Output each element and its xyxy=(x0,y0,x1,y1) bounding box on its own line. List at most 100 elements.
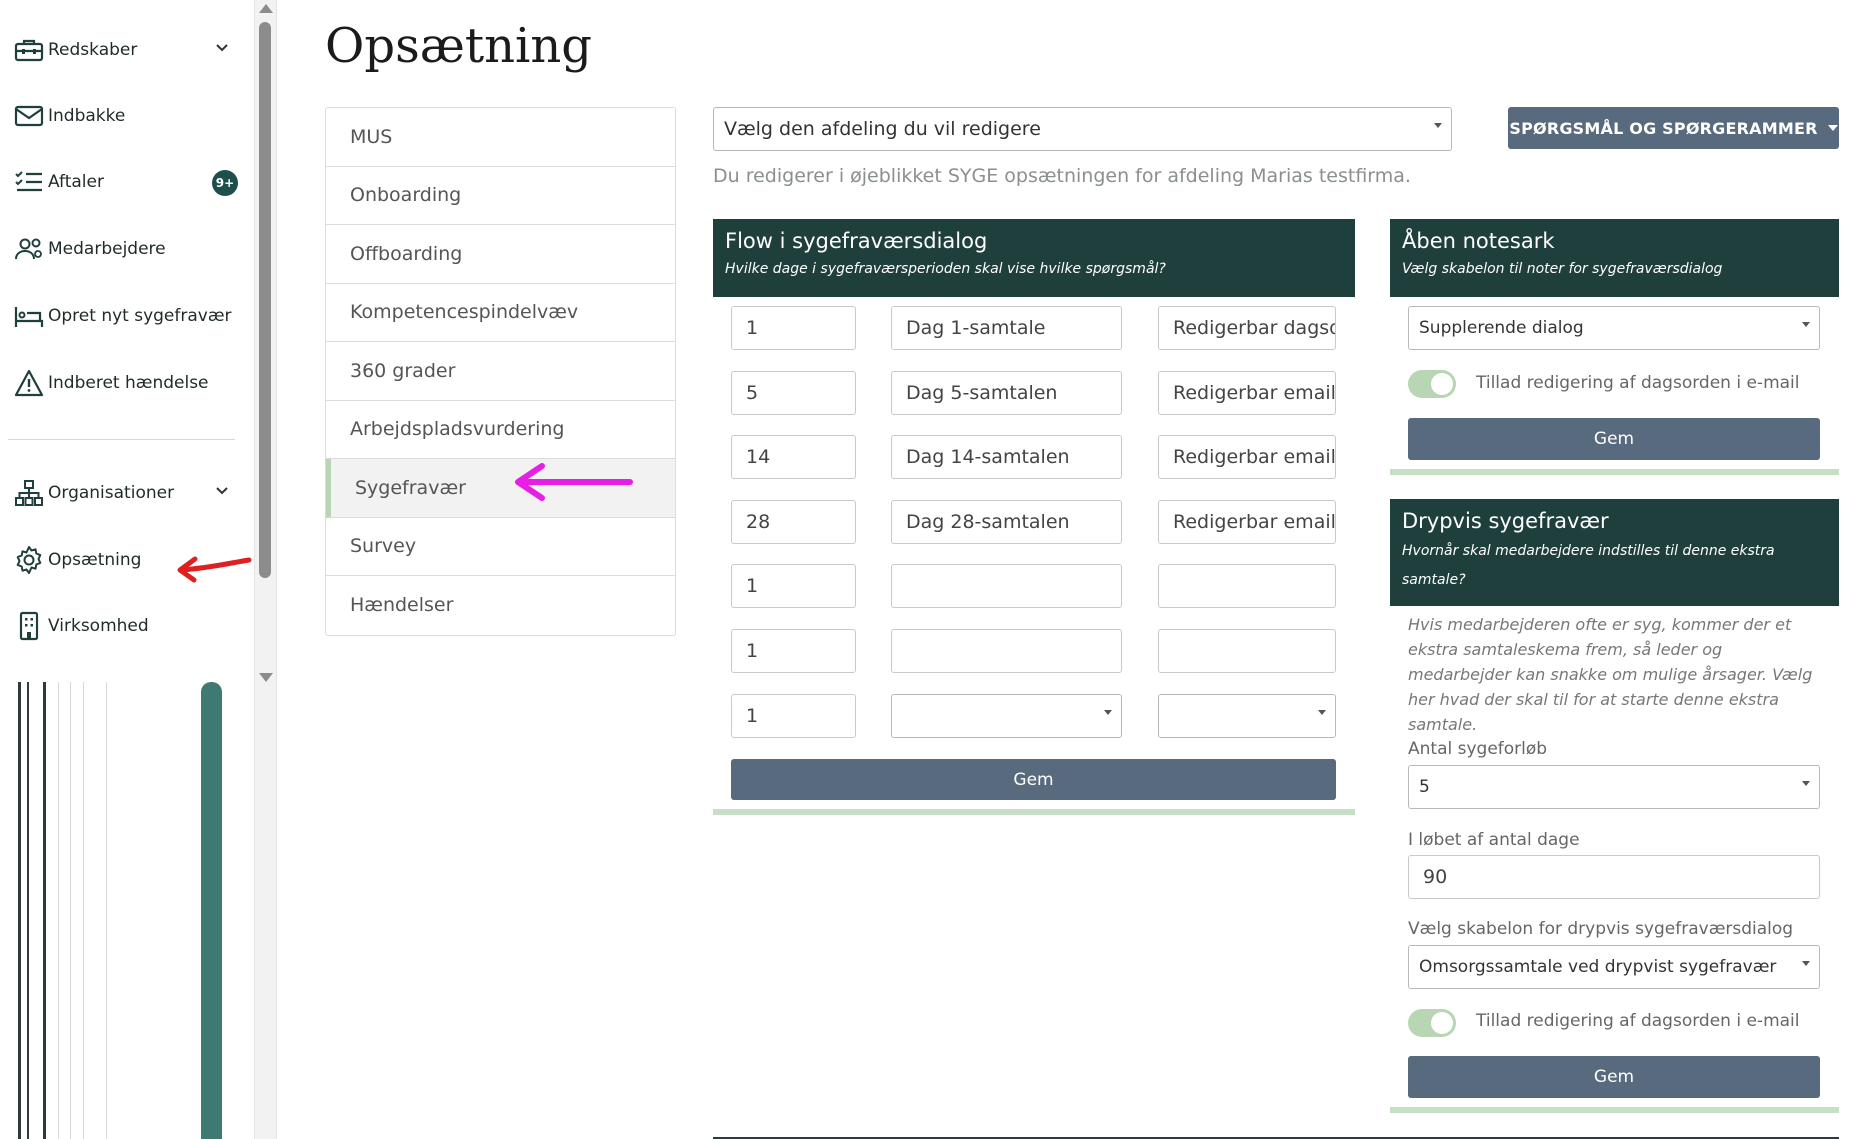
department-select[interactable]: Vælg den afdeling du vil redigere xyxy=(713,107,1452,151)
page-title: Opsætning xyxy=(325,18,593,74)
count-select-value: 5 xyxy=(1419,777,1430,797)
template-input[interactable] xyxy=(1158,564,1336,608)
notes-template-value: Supplerende dialog xyxy=(1419,318,1584,338)
sidebar-item-redskaber[interactable]: Redskaber xyxy=(14,28,244,72)
sidebar-item-virksomhed[interactable]: Virksomhed xyxy=(14,604,244,648)
category-item[interactable]: Arbejdspladsvurdering xyxy=(326,401,675,459)
scroll-down-icon[interactable] xyxy=(259,673,273,682)
card-accent-line xyxy=(713,809,1355,815)
warning-icon xyxy=(14,366,48,400)
flow-save-button[interactable]: Gem xyxy=(731,759,1336,800)
category-list: MUS Onboarding Offboarding Kompetencespi… xyxy=(325,107,676,636)
department-select-label: Vælg den afdeling du vil redigere xyxy=(724,118,1041,140)
template-input[interactable]: Redigerbar email xyxy=(1158,435,1336,479)
chevron-down-icon xyxy=(214,39,230,59)
category-item[interactable]: MUS xyxy=(326,108,675,167)
toggle-knob xyxy=(1431,1012,1453,1034)
count-select[interactable]: 5 xyxy=(1408,765,1820,809)
decorative-bar xyxy=(83,682,84,1139)
drip-template-value: Omsorgssamtale ved drypvist sygefravær xyxy=(1419,957,1777,977)
count-label: Antal sygeforløb xyxy=(1408,739,1548,759)
conversation-name-input[interactable]: Dag 14-samtalen xyxy=(891,435,1122,479)
sidebar-scrollbar[interactable] xyxy=(255,0,277,1139)
chevron-down-icon xyxy=(214,482,230,502)
gear-icon xyxy=(14,543,48,577)
sidebar-item-medarbejdere[interactable]: Medarbejdere xyxy=(14,227,244,271)
sidebar-item-label: Opret nyt sygefravær xyxy=(48,306,232,326)
category-item[interactable]: 360 grader xyxy=(326,342,675,401)
sidebar-item-organisationer[interactable]: Organisationer xyxy=(14,471,244,515)
notes-card-header: Åben notesark Vælg skabelon til noter fo… xyxy=(1390,219,1839,297)
caret-down-icon xyxy=(1318,710,1326,715)
caret-down-icon xyxy=(1802,781,1810,786)
org-icon xyxy=(14,476,48,510)
decorative-bar xyxy=(18,682,21,1139)
mail-icon xyxy=(14,99,48,133)
category-item[interactable]: Survey xyxy=(326,518,675,576)
day-input[interactable]: 1 xyxy=(731,694,856,738)
decorative-bar xyxy=(70,682,71,1139)
questions-button-label: SPØRGSMÅL OG SPØRGERAMMER xyxy=(1509,118,1818,138)
day-input[interactable]: 28 xyxy=(731,500,856,544)
template-input[interactable] xyxy=(1158,629,1336,673)
questions-dropdown-button[interactable]: SPØRGSMÅL OG SPØRGERAMMER xyxy=(1508,107,1839,149)
scroll-up-icon[interactable] xyxy=(259,4,273,13)
day-input[interactable]: 1 xyxy=(731,306,856,350)
sidebar-item-label: Opsætning xyxy=(48,550,142,570)
template-input[interactable]: Redigerbar email xyxy=(1158,371,1336,415)
sidebar-item-aftaler[interactable]: Aftaler 9+ xyxy=(14,160,244,204)
drip-template-select[interactable]: Omsorgssamtale ved drypvist sygefravær xyxy=(1408,945,1820,989)
sidebar-item-label: Redskaber xyxy=(48,40,138,60)
sidebar-item-opret-sygefravaer[interactable]: Opret nyt sygefravær xyxy=(14,294,244,338)
notes-save-button[interactable]: Gem xyxy=(1408,418,1820,460)
drip-save-button[interactable]: Gem xyxy=(1408,1056,1820,1098)
notes-card-title: Åben notesark xyxy=(1402,229,1555,253)
category-item[interactable]: Offboarding xyxy=(326,225,675,284)
drip-card-header: Drypvis sygefravær Hvornår skal medarbej… xyxy=(1390,499,1839,606)
template-input[interactable]: Redigerbar dagsorden xyxy=(1158,306,1336,350)
conversation-name-input[interactable] xyxy=(891,629,1122,673)
scrollbar-thumb[interactable] xyxy=(259,22,271,578)
conversation-name-input[interactable] xyxy=(891,564,1122,608)
decorative-bar xyxy=(27,682,29,1139)
card-accent-line xyxy=(1390,1107,1839,1113)
day-input[interactable]: 14 xyxy=(731,435,856,479)
conversation-name-input[interactable]: Dag 28-samtalen xyxy=(891,500,1122,544)
category-item[interactable]: Onboarding xyxy=(326,167,675,225)
building-icon xyxy=(14,609,48,643)
conversation-select[interactable] xyxy=(891,694,1122,738)
bed-icon xyxy=(14,299,48,333)
drip-card-subtitle: Hvornår skal medarbejdere indstilles til… xyxy=(1402,543,1775,588)
category-item[interactable]: Kompetencespindelvæv xyxy=(326,284,675,342)
sidebar-item-label: Organisationer xyxy=(48,483,175,503)
drip-edit-toggle[interactable] xyxy=(1408,1009,1456,1037)
category-item[interactable]: Hændelser xyxy=(326,576,675,635)
template-input[interactable]: Redigerbar email xyxy=(1158,500,1336,544)
conversation-name-input[interactable]: Dag 1-samtale xyxy=(891,306,1122,350)
sidebar-item-indberet-haendelse[interactable]: Indberet hændelse xyxy=(14,361,244,405)
conversation-name-input[interactable]: Dag 5-samtalen xyxy=(891,371,1122,415)
list-icon xyxy=(14,165,48,199)
users-icon xyxy=(14,232,48,266)
notes-card-subtitle: Vælg skabelon til noter for sygefraværsd… xyxy=(1402,261,1723,277)
caret-down-icon xyxy=(1802,961,1810,966)
flow-card-header: Flow i sygefraværsdialog Hvilke dage i s… xyxy=(713,219,1355,297)
notes-toggle-label: Tillad redigering af dagsorden i e-mail xyxy=(1476,373,1800,393)
drip-template-label: Vælg skabelon for drypvis sygefraværsdia… xyxy=(1408,919,1794,939)
department-info: Du redigerer i øjeblikket SYGE opsætning… xyxy=(713,165,1411,187)
day-input[interactable]: 1 xyxy=(731,564,856,608)
notes-edit-toggle[interactable] xyxy=(1408,370,1456,398)
days-input[interactable]: 90 xyxy=(1408,855,1820,899)
drip-card-title: Drypvis sygefravær xyxy=(1402,509,1609,533)
flow-card: Flow i sygefraværsdialog Hvilke dage i s… xyxy=(713,219,1355,815)
flow-card-subtitle: Hvilke dage i sygefraværsperioden skal v… xyxy=(725,261,1166,277)
day-input[interactable]: 5 xyxy=(731,371,856,415)
template-select[interactable] xyxy=(1158,694,1336,738)
annotation-arrow-magenta xyxy=(515,463,633,501)
sidebar-divider xyxy=(8,439,235,440)
day-input[interactable]: 1 xyxy=(731,629,856,673)
sidebar-item-indbakke[interactable]: Indbakke xyxy=(14,94,244,138)
notes-template-select[interactable]: Supplerende dialog xyxy=(1408,306,1820,350)
caret-down-icon xyxy=(1827,125,1838,131)
drip-help-text: Hvis medarbejderen ofte er syg, kommer d… xyxy=(1408,615,1813,734)
